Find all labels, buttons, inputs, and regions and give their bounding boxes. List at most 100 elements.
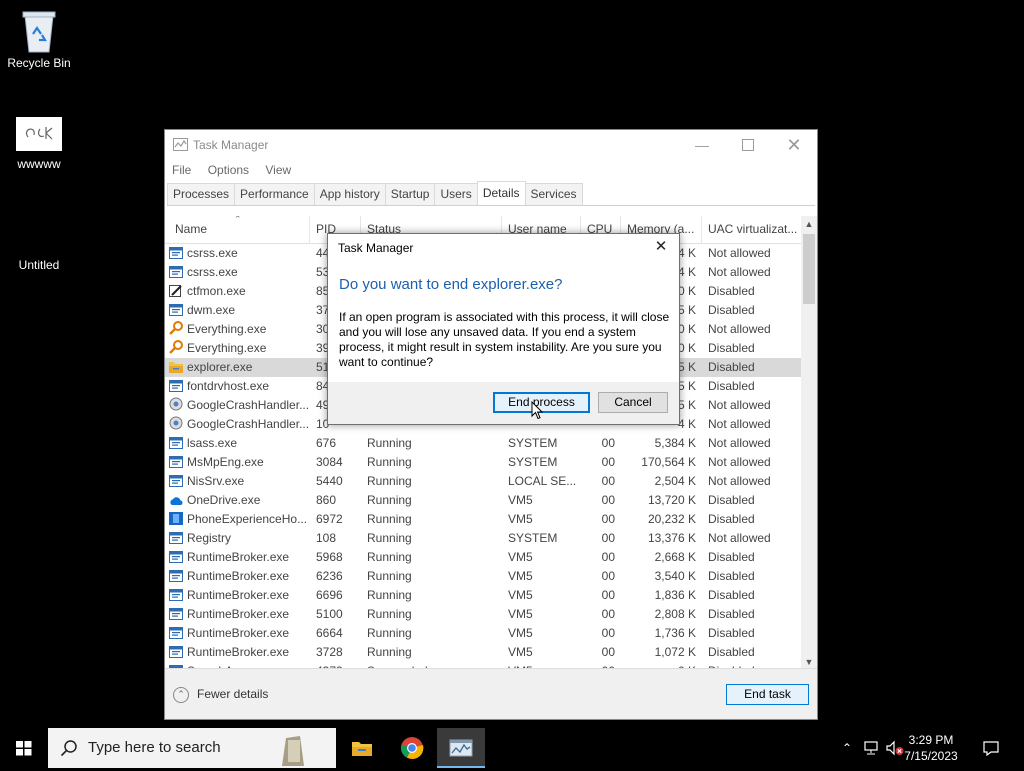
cell-user: VM5	[508, 588, 533, 602]
process-name: RuntimeBroker.exe	[187, 645, 290, 659]
cell-cpu: 00	[601, 607, 615, 621]
cell-user: VM5	[508, 493, 533, 507]
cell-user: VM5	[508, 550, 533, 564]
cell-user: LOCAL SE...	[508, 474, 577, 488]
clock[interactable]: 3:29 PM 7/15/2023	[896, 732, 966, 764]
cell-pid: 6972	[316, 512, 343, 526]
taskbar-search-box[interactable]: Type here to search	[48, 728, 336, 768]
process-name: RuntimeBroker.exe	[187, 569, 290, 583]
desktop-icon-untitled[interactable]: Untitled	[1, 256, 77, 272]
cell-status: Running	[367, 474, 412, 488]
cell-pid: 5100	[316, 607, 343, 621]
table-row[interactable]: RuntimeBroker.exe 5100 Running VM5 00 2,808 K…	[165, 605, 801, 624]
cell-cpu: 00	[601, 550, 615, 564]
tab-startup[interactable]: Startup	[384, 183, 436, 205]
cell-cpu: 00	[601, 569, 615, 583]
table-row[interactable]: MsMpEng.exe 3084 Running SYSTEM 00 170,564 K N…	[165, 453, 801, 472]
clock-time: 3:29 PM	[908, 733, 954, 747]
cell-cpu: 00	[601, 493, 615, 507]
file-explorer-taskbar-button[interactable]	[338, 728, 386, 768]
fewer-details-button[interactable]: ⌃ Fewer details	[173, 685, 268, 703]
cell-name: RuntimeBroker.exe	[165, 567, 310, 586]
menu-options[interactable]: Options	[208, 160, 249, 180]
tab-app-history[interactable]: App history	[313, 183, 386, 205]
table-row[interactable]: PhoneExperienceHo... 6972 Running VM5 00 20,2…	[165, 510, 801, 529]
search-icon	[60, 740, 77, 757]
cell-pid: 5968	[316, 550, 343, 564]
cell-uac: Disabled	[708, 512, 755, 526]
cell-mem: 2,504 K	[654, 474, 696, 488]
cell-status: Running	[367, 588, 412, 602]
window-app-icon	[169, 588, 183, 601]
cell-user: VM5	[508, 645, 533, 659]
process-name: Everything.exe	[187, 341, 267, 355]
table-row[interactable]: RuntimeBroker.exe 3728 Running VM5 00 1,072 K…	[165, 643, 801, 662]
scroll-thumb[interactable]	[803, 234, 815, 304]
cell-name: OneDrive.exe	[165, 491, 310, 510]
maximize-button[interactable]	[725, 130, 771, 160]
cell-cpu: 00	[601, 645, 615, 659]
desktop-icon-wwwww[interactable]: wwwww	[1, 117, 77, 171]
tab-services[interactable]: Services	[524, 183, 583, 205]
start-button[interactable]	[0, 728, 48, 768]
chrome-taskbar-button[interactable]	[388, 728, 436, 768]
window-app-icon	[169, 436, 183, 449]
network-icon	[864, 741, 878, 755]
cell-name: GoogleCrashHandler...	[165, 396, 310, 415]
task-manager-icon	[449, 739, 473, 757]
close-button[interactable]: ✕	[771, 130, 817, 160]
process-name: PhoneExperienceHo...	[187, 512, 308, 526]
table-row[interactable]: RuntimeBroker.exe 6236 Running VM5 00 3,540 K…	[165, 567, 801, 586]
column-uac[interactable]: UAC virtualizat...	[702, 216, 803, 243]
task-manager-taskbar-button[interactable]	[437, 728, 485, 768]
tab-users[interactable]: Users	[434, 183, 478, 205]
cell-name: explorer.exe	[165, 358, 310, 377]
action-center-button[interactable]	[976, 728, 1006, 768]
desktop-icon-recycle-bin[interactable]: Recycle Bin	[1, 8, 77, 70]
vertical-scrollbar[interactable]: ▲ ▼	[801, 216, 817, 670]
fewer-details-label: Fewer details	[197, 687, 269, 701]
window-app-icon	[169, 626, 183, 639]
table-row[interactable]: RuntimeBroker.exe 5968 Running VM5 00 2,668 K…	[165, 548, 801, 567]
table-row[interactable]: OneDrive.exe 860 Running VM5 00 13,720 K Disab…	[165, 491, 801, 510]
tab-processes[interactable]: Processes	[167, 183, 236, 205]
cell-name: RuntimeBroker.exe	[165, 548, 310, 567]
table-row[interactable]: RuntimeBroker.exe 6696 Running VM5 00 1,836 K…	[165, 586, 801, 605]
minimize-button[interactable]: —	[679, 130, 725, 160]
show-hidden-icons-button[interactable]: ⌃	[838, 728, 856, 768]
cell-name: NisSrv.exe	[165, 472, 310, 491]
cell-mem: 170,564 K	[641, 455, 696, 469]
clock-date: 7/15/2023	[904, 749, 958, 763]
tab-details[interactable]: Details	[476, 181, 526, 205]
table-row[interactable]: RuntimeBroker.exe 6664 Running VM5 00 1,736 K…	[165, 624, 801, 643]
cell-name: ctfmon.exe	[165, 282, 310, 301]
cell-name: Everything.exe	[165, 320, 310, 339]
menu-file[interactable]: File	[172, 160, 191, 180]
chrome-icon	[401, 737, 424, 759]
cell-uac: Disabled	[708, 626, 755, 640]
table-row[interactable]: lsass.exe 676 Running SYSTEM 00 5,384 K Not al…	[165, 434, 801, 453]
network-tray-button[interactable]	[861, 728, 881, 768]
tab-performance[interactable]: Performance	[234, 183, 315, 205]
cell-cpu: 00	[601, 588, 615, 602]
cell-name: RuntimeBroker.exe	[165, 586, 310, 605]
dialog-close-button[interactable]: ✕	[649, 236, 673, 258]
table-row[interactable]: Registry 108 Running SYSTEM 00 13,376 K Not al…	[165, 529, 801, 548]
cell-uac: Disabled	[708, 645, 755, 659]
cell-name: lsass.exe	[165, 434, 310, 453]
process-name: Everything.exe	[187, 322, 267, 336]
cancel-button[interactable]: Cancel	[598, 392, 668, 413]
end-task-button[interactable]: End task	[726, 684, 809, 705]
cell-status: Running	[367, 455, 412, 469]
dialog-question: Do you want to end explorer.exe?	[339, 276, 563, 293]
desktop-icon-label: wwwww	[17, 157, 61, 171]
table-row[interactable]: NisSrv.exe 5440 Running LOCAL SE... 00 2,504 …	[165, 472, 801, 491]
cell-name: dwm.exe	[165, 301, 310, 320]
cell-user: SYSTEM	[508, 531, 558, 545]
scroll-up-icon[interactable]: ▲	[801, 216, 817, 232]
menu-view[interactable]: View	[265, 160, 291, 180]
chevron-up-icon: ⌃	[841, 741, 853, 755]
title-bar[interactable]: Task Manager — ✕	[165, 130, 817, 160]
mouse-cursor-icon	[531, 400, 544, 423]
cell-mem: 13,376 K	[647, 531, 696, 545]
